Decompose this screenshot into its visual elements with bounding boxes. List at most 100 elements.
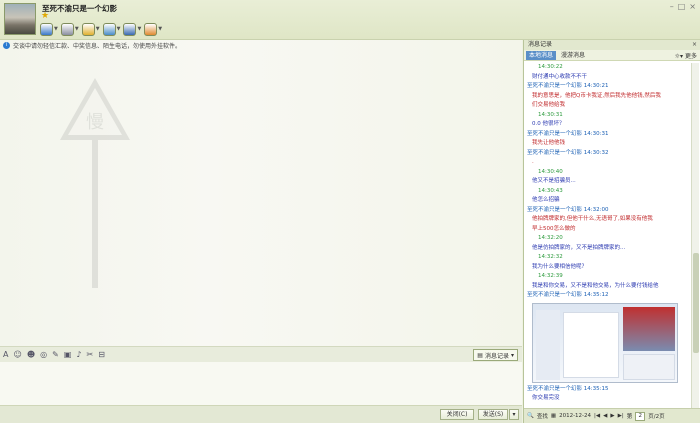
chevron-down-icon[interactable]: ▼: [54, 26, 58, 32]
minimize-icon[interactable]: –: [670, 2, 674, 11]
message-sender: 至死不渝只是一个幻影 14:32:00: [527, 206, 609, 213]
message-body: 我是和你交易，又不是和他交易，为什么要付钱给他: [532, 282, 659, 289]
send-button[interactable]: 发送(S): [478, 409, 508, 420]
message-body: 他拍牌牌家的,但他干什么,无语哥了,如果没有他我: [532, 216, 653, 222]
font-icon[interactable]: A: [3, 350, 8, 359]
message-time: 14:30:22: [538, 64, 563, 70]
message-sender: 至死不渝只是一个幻影 14:35:12: [527, 292, 609, 298]
message-input[interactable]: [0, 362, 522, 405]
message-body: 他是仿拍牌家的，又不是拍牌牌家的...: [532, 244, 626, 251]
message-body: 我先让他他钱: [532, 140, 566, 146]
history-icon: ▤: [477, 351, 483, 359]
message-sender: 至死不渝只是一个幻影 14:30:31: [527, 130, 609, 137]
message-body: 他又不是招骗员...: [532, 178, 576, 184]
scrollbar[interactable]: [691, 63, 699, 408]
page-label: 第: [626, 414, 633, 420]
message-history-button[interactable]: ▤ 消息记录 ▾: [473, 349, 518, 361]
music-icon[interactable]: ♪: [76, 350, 81, 359]
info-icon: i: [3, 42, 10, 49]
message-body: 他怎么招骗: [532, 197, 560, 203]
title-bar: 至死不渝只是一个幻影 ★ ▼ ▼ ▼ ▼ ▼ ▼ – □ ×: [0, 0, 700, 40]
contact-name: 至死不渝只是一个幻影: [42, 4, 117, 13]
emoji-icon[interactable]: ☺: [13, 350, 21, 359]
last-page-icon[interactable]: ▶|: [618, 413, 624, 419]
message-sender: 至死不渝只是一个幻影 14:35:15: [527, 385, 609, 392]
history-footer: 🔍 查找 ▦ 2012-12-24 |◀ ◀ ▶ ▶| 第 2 页/2页: [524, 408, 700, 423]
message-time: 14:32:32: [538, 254, 563, 260]
window-controls: – □ ×: [670, 2, 696, 11]
video-call-icon: [40, 22, 53, 36]
tab-roaming-messages[interactable]: 漫游消息: [558, 51, 588, 60]
message-time: 14:30:40: [538, 168, 563, 175]
chevron-down-icon[interactable]: ▼: [75, 26, 79, 32]
page-total: 页/2页: [648, 414, 665, 420]
scrollbar-thumb[interactable]: [693, 253, 699, 353]
history-title: 消息记录: [528, 41, 553, 48]
chat-area: i 交谈中请勿轻信汇款、中奖信息、陌生电话，勿使用外挂软件。 慢: [0, 40, 522, 346]
message-sender: 至死不渝只是一个幻影 14:30:32: [527, 149, 609, 156]
chat-toolbar: ▼ ▼ ▼ ▼ ▼ ▼: [40, 22, 162, 36]
chevron-down-icon[interactable]: ▼: [96, 26, 100, 32]
next-page-icon[interactable]: ▶: [610, 413, 614, 419]
toolbar-tool[interactable]: ▼: [144, 22, 162, 36]
more-icon[interactable]: ⊟: [98, 350, 105, 359]
message-history-label: 消息记录: [484, 352, 509, 360]
message-time: 14:32:39: [538, 273, 563, 279]
history-header: 消息记录 ×: [524, 40, 700, 50]
avatar[interactable]: [4, 3, 36, 35]
image-icon[interactable]: ▣: [64, 350, 72, 359]
tab-local-messages[interactable]: 本地消息: [526, 50, 557, 60]
message-body: .: [532, 159, 534, 165]
maximize-icon[interactable]: □: [678, 2, 686, 11]
shake-icon[interactable]: ◎: [40, 350, 47, 359]
close-icon[interactable]: ×: [692, 40, 697, 50]
screen-share-icon: [123, 22, 137, 36]
magic-face-icon[interactable]: ☻: [27, 350, 35, 359]
close-button[interactable]: 关闭(C): [440, 409, 474, 420]
shared-screenshot-image[interactable]: [532, 302, 678, 383]
screenshot-icon[interactable]: ✂: [87, 350, 94, 359]
sign-text: 慢: [86, 112, 104, 133]
message-body: 0.0 他很坏？: [532, 121, 565, 127]
message-body: 们交易他给我: [532, 102, 566, 108]
history-message-list: 14:30:22 财付通中心收款不不干至死不渝只是一个幻影 14:30:21 我的意…: [524, 63, 690, 408]
toolbar-tool[interactable]: ▼: [123, 22, 141, 36]
close-icon[interactable]: ×: [689, 2, 696, 11]
app-icon: [144, 22, 158, 36]
message-body: 你交易完没: [532, 395, 560, 401]
safety-notice: i 交谈中请勿轻信汇款、中奖信息、陌生电话，勿使用外挂软件。: [3, 41, 181, 50]
first-page-icon[interactable]: |◀: [594, 413, 600, 419]
message-body: 我的意思是，他把Q币卡我证,然后我先他他钱,然后我: [532, 92, 661, 99]
page-input[interactable]: 2: [635, 411, 646, 421]
chevron-down-icon[interactable]: ▼: [158, 26, 162, 32]
toolbar-tool[interactable]: ▼: [40, 22, 58, 36]
message-sender: 至死不渝只是一个幻影 14:30:21: [527, 83, 609, 89]
input-toolbar: A ☺ ☻ ◎ ✎ ▣ ♪ ✂ ⊟ ▤ 消息记录 ▾: [0, 346, 522, 362]
message-body: 财付通中心收款不不干: [532, 73, 588, 80]
background-road-sign: 慢: [60, 78, 130, 288]
message-body: 早上500怎么做的: [532, 225, 576, 232]
chevron-down-icon[interactable]: ▼: [117, 26, 121, 32]
chevron-down-icon[interactable]: ▼: [137, 26, 141, 32]
message-time: 14:30:43: [538, 187, 563, 194]
send-file-icon: [81, 22, 95, 36]
toolbar-tool[interactable]: ▼: [60, 22, 79, 36]
history-tabs: 本地消息 漫游消息 ☼▾ 更多: [524, 50, 700, 61]
remote-desktop-icon: [102, 22, 116, 36]
toolbar-tool[interactable]: ▼: [81, 22, 100, 36]
history-date[interactable]: 2012-12-24: [559, 413, 591, 419]
search-label[interactable]: 查找: [537, 412, 548, 420]
star-icon: ★: [41, 11, 50, 21]
bottom-bar: 关闭(C) 发送(S) ▾: [0, 405, 522, 423]
more-button[interactable]: ☼▾ 更多: [675, 51, 697, 60]
message-body: 我为什么要相信他呢？: [532, 263, 588, 270]
toolbar-tool[interactable]: ▼: [102, 22, 121, 36]
search-icon[interactable]: 🔍: [527, 413, 534, 419]
calendar-icon[interactable]: ▦: [551, 413, 556, 419]
send-options-button[interactable]: ▾: [509, 409, 519, 420]
voice-call-icon: [60, 22, 74, 36]
prev-page-icon[interactable]: ◀: [603, 413, 607, 419]
message-time: 14:30:31: [538, 111, 563, 118]
edit-icon[interactable]: ✎: [52, 350, 59, 359]
chevron-down-icon: ▾: [510, 351, 514, 359]
